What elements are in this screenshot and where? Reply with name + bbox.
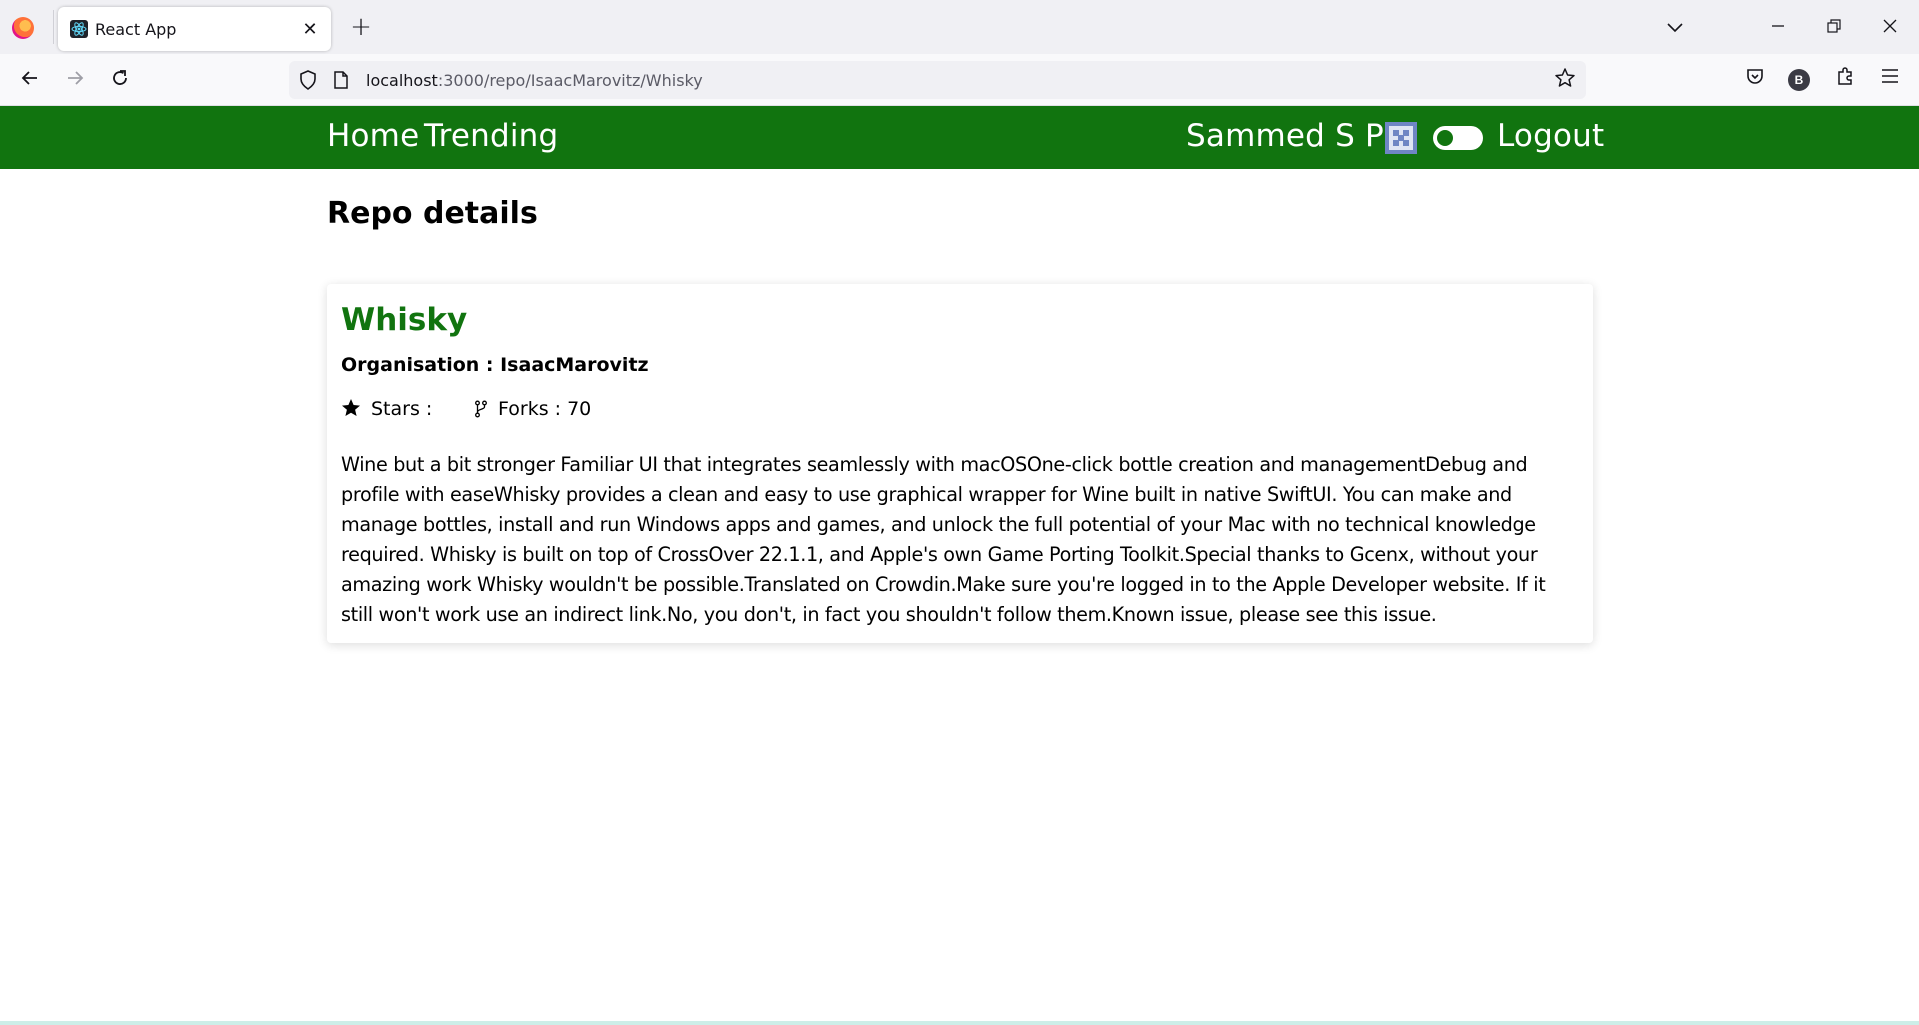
back-arrow-icon[interactable]	[15, 66, 45, 96]
tab-title: React App	[95, 20, 177, 39]
forward-arrow-icon[interactable]	[60, 66, 90, 96]
url-bar[interactable]: localhost:3000/repo/IsaacMarovitz/Whisky	[289, 61, 1586, 99]
extensions-puzzle-icon[interactable]	[1831, 66, 1859, 94]
logout-link[interactable]: Logout	[1497, 118, 1604, 154]
fork-icon	[475, 400, 487, 418]
stars-label: Stars :	[371, 398, 433, 420]
tab-separator	[53, 10, 54, 44]
pocket-icon[interactable]	[1741, 66, 1769, 94]
star-icon	[342, 399, 360, 416]
hamburger-menu-icon[interactable]	[1876, 66, 1904, 94]
new-tab-button[interactable]: +	[348, 14, 374, 40]
page-title: Repo details	[327, 196, 538, 231]
browser-tab-active[interactable]: React App ✕	[58, 7, 331, 51]
browser-nav-bar: localhost:3000/repo/IsaacMarovitz/Whisky…	[0, 54, 1919, 106]
repo-card: Whisky Organisation : IsaacMarovitz Star…	[327, 284, 1593, 643]
nav-home-link[interactable]: Home	[327, 118, 419, 154]
list-all-tabs-icon[interactable]	[1662, 14, 1688, 40]
url-path: :3000/repo/IsaacMarovitz/Whisky	[437, 71, 703, 90]
nav-trending-link[interactable]: Trending	[424, 118, 558, 154]
repo-organisation: Organisation : IsaacMarovitz	[341, 354, 649, 376]
tab-close-button[interactable]: ✕	[299, 18, 321, 40]
tracking-protection-shield-icon[interactable]	[299, 70, 317, 95]
forks-label: Forks : 70	[498, 398, 592, 420]
minimize-icon[interactable]	[1765, 14, 1791, 40]
repo-name: Whisky	[341, 302, 468, 338]
app-header: Home Trending Sammed S P Logout	[0, 106, 1919, 169]
reload-icon[interactable]	[105, 66, 135, 96]
user-avatar	[1385, 122, 1417, 154]
theme-toggle[interactable]	[1433, 126, 1483, 150]
bottom-border	[0, 1021, 1919, 1025]
react-icon	[70, 20, 88, 38]
bookmark-star-icon[interactable]	[1554, 67, 1576, 95]
toggle-knob	[1437, 130, 1453, 146]
restore-icon[interactable]	[1821, 14, 1847, 40]
stars-stat: Stars :	[341, 398, 432, 420]
close-window-icon[interactable]	[1877, 14, 1903, 40]
page-info-icon[interactable]	[333, 71, 349, 94]
url-text[interactable]: localhost:3000/repo/IsaacMarovitz/Whisky	[366, 71, 703, 90]
firefox-icon[interactable]	[12, 17, 34, 39]
forks-stat: Forks : 70	[474, 398, 591, 420]
url-host: localhost	[366, 71, 438, 90]
repo-description: Wine but a bit stronger Familiar UI that…	[341, 453, 1546, 626]
username: Sammed S P	[1186, 118, 1384, 154]
browser-tab-bar: React App ✕ +	[0, 0, 1919, 54]
account-avatar[interactable]: B	[1788, 69, 1810, 91]
